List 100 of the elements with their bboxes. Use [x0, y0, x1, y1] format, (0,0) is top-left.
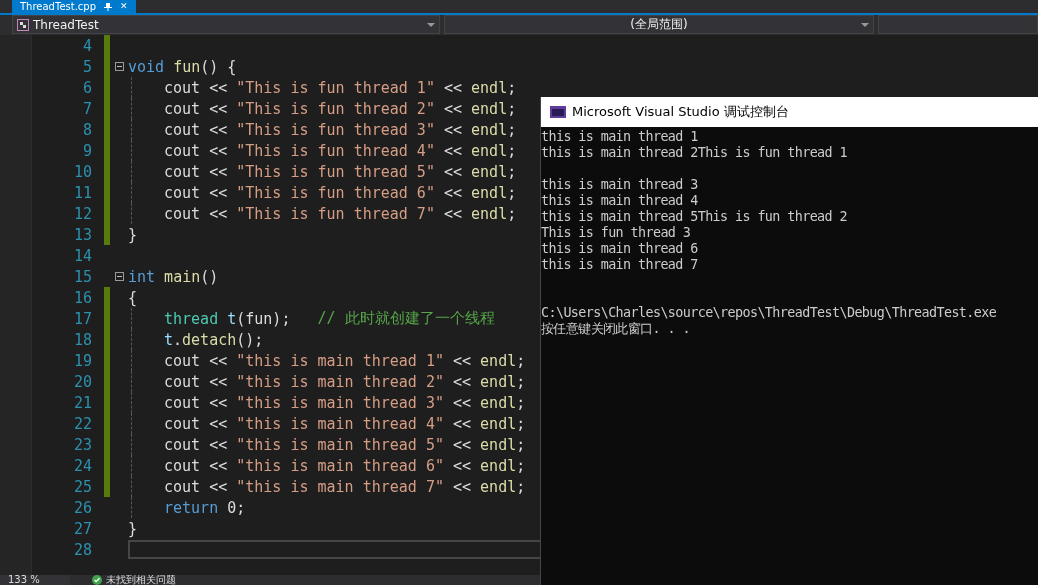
code-token: ; — [516, 414, 526, 433]
console-output: this is main thread 4 — [541, 193, 699, 209]
code-comment: // 此时就创建了一个线程 — [316, 309, 495, 328]
code-token: "This is fun thread 3" — [236, 120, 435, 139]
issues-status[interactable]: 未找到相关问题 — [106, 575, 176, 585]
code-token: cout << — [164, 393, 229, 412]
code-token: endl — [480, 456, 517, 475]
code-token: endl — [471, 204, 508, 223]
code-token: endl — [471, 99, 508, 118]
code-token: endl — [480, 351, 517, 370]
code-token: << — [442, 204, 464, 223]
project-icon — [17, 18, 29, 31]
console-output: this is main thread 6 — [541, 241, 699, 257]
code-token: << — [452, 393, 473, 412]
code-token: << — [442, 120, 464, 139]
line-number: 26 — [72, 498, 92, 517]
code-token: cout << — [164, 120, 229, 139]
code-token: << — [442, 141, 464, 160]
collapse-icon[interactable] — [114, 272, 124, 281]
close-icon[interactable]: ✕ — [120, 0, 128, 13]
code-token: "this is main thread 2" — [236, 372, 444, 391]
code-token: cout << — [164, 435, 229, 454]
code-token: ; — [516, 351, 526, 370]
line-number: 18 — [72, 330, 92, 349]
code-token: "This is fun thread 5" — [236, 162, 435, 181]
scope-dropdown[interactable]: (全局范围) — [444, 15, 874, 34]
code-token: cout << — [164, 372, 229, 391]
collapse-icon[interactable] — [114, 62, 124, 71]
code-token: << — [442, 78, 464, 97]
console-icon — [550, 106, 566, 118]
code-token: } — [128, 519, 138, 538]
code-token: "This is fun thread 7" — [236, 204, 435, 223]
code-token: cout << — [164, 162, 229, 181]
line-number: 12 — [72, 204, 92, 223]
code-token: ; — [507, 162, 517, 181]
code-token: "this is main thread 1" — [236, 351, 444, 370]
code-token: << — [442, 183, 464, 202]
line-number: 4 — [81, 36, 92, 55]
code-token: endl — [471, 141, 508, 160]
check-icon — [92, 575, 102, 585]
code-token: cout << — [164, 477, 229, 496]
code-token: cout << — [164, 141, 229, 160]
line-number: 15 — [72, 267, 92, 286]
code-token: ; — [516, 393, 526, 412]
code-token: t — [226, 309, 237, 328]
code-token: void — [128, 57, 165, 76]
code-token: endl — [471, 120, 508, 139]
code-token: "this is main thread 6" — [236, 456, 444, 475]
code-token: << — [452, 372, 473, 391]
code-token: endl — [471, 162, 508, 181]
code-token: "This is fun thread 6" — [236, 183, 435, 202]
line-number: 13 — [72, 225, 92, 244]
code-token: ; — [507, 120, 517, 139]
code-token: << — [452, 435, 473, 454]
project-dropdown[interactable]: ThreadTest — [12, 15, 440, 34]
code-token: endl — [480, 414, 517, 433]
line-number: 21 — [72, 393, 92, 412]
code-token: { — [128, 288, 138, 307]
code-token: cout << — [164, 456, 229, 475]
code-token: << — [442, 99, 464, 118]
code-token: cout << — [164, 414, 229, 433]
code-token: "this is main thread 5" — [236, 435, 444, 454]
console-output: this is main thread 5This is fun thread 2 — [541, 209, 848, 225]
code-token: (fun); — [236, 309, 291, 328]
code-token: endl — [480, 372, 517, 391]
code-token: main — [163, 267, 201, 286]
code-token: } — [128, 225, 138, 244]
code-token: endl — [471, 78, 508, 97]
code-token: "this is main thread 7" — [236, 477, 444, 496]
console-output: this is main thread 2This is fun thread 1 — [541, 145, 848, 161]
code-token: "This is fun thread 1" — [236, 78, 435, 97]
code-token: << — [452, 414, 473, 433]
zoom-dropdown[interactable]: 133 % — [0, 575, 70, 585]
line-number: 20 — [72, 372, 92, 391]
code-token: << — [452, 477, 473, 496]
code-token: endl — [480, 477, 517, 496]
line-number: 22 — [72, 414, 92, 433]
code-token: int — [128, 267, 156, 286]
code-token: () — [200, 267, 219, 286]
code-token: cout << — [164, 204, 229, 223]
line-number: 10 — [72, 162, 92, 181]
code-token: (); — [236, 330, 264, 349]
code-token: thread — [164, 309, 219, 328]
line-number: 23 — [72, 435, 92, 454]
line-number: 8 — [81, 120, 92, 139]
code-token: cout << — [164, 351, 229, 370]
pin-icon[interactable] — [104, 2, 113, 11]
console-output: this is main thread 7 — [541, 257, 699, 273]
line-number: 14 — [72, 246, 92, 265]
line-number: 25 — [72, 477, 92, 496]
code-token: "this is main thread 3" — [236, 393, 444, 412]
code-token: ; — [516, 456, 526, 475]
code-token: "This is fun thread 2" — [236, 99, 435, 118]
code-token: ; — [516, 372, 526, 391]
code-token: cout << — [164, 183, 229, 202]
console-output: this is main thread 1 — [541, 129, 699, 145]
code-token: return — [164, 498, 219, 517]
file-tab[interactable]: ThreadTest.cpp ✕ — [12, 0, 136, 13]
code-token: cout << — [164, 99, 229, 118]
code-token: ; — [507, 78, 517, 97]
